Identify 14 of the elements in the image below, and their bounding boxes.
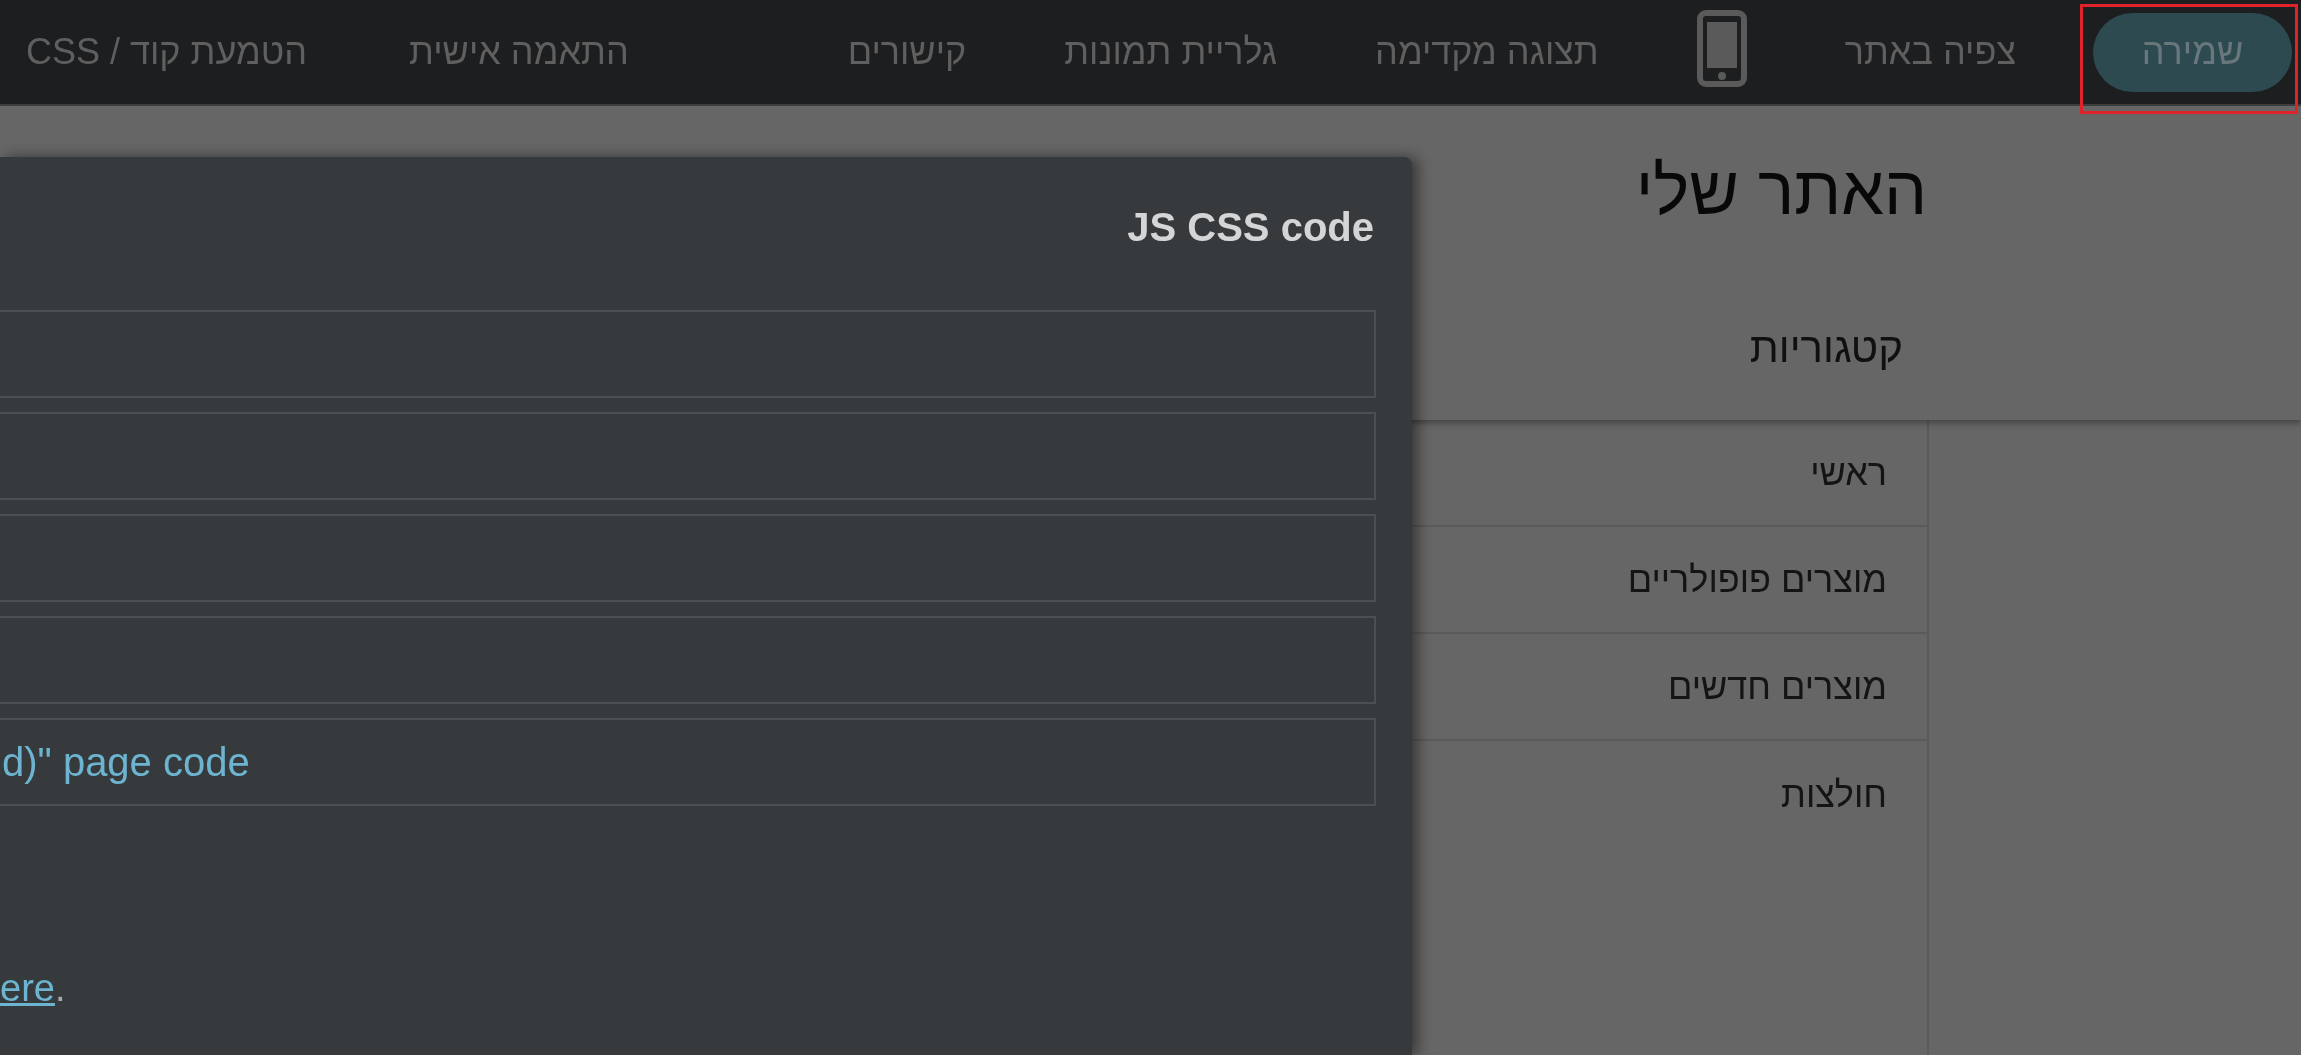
nav-link[interactable]: גלריית תמונות (1064, 30, 1278, 74)
save-button[interactable]: שמירה (2093, 12, 2292, 92)
nav-link[interactable]: צפיה באתר (1844, 30, 2016, 74)
nav-link[interactable]: תצוגה מקדימה (1375, 30, 1599, 74)
help-note: ere. (0, 966, 66, 1010)
code-option[interactable]: d)" page code (0, 718, 1376, 806)
site-title: האתר שלי (1635, 151, 1927, 230)
dialog-title: JS CSS code (1127, 205, 1374, 249)
nav-link[interactable]: הטמעת קוד / CSS (26, 30, 308, 74)
nav-link[interactable]: התאמה אישית (409, 30, 629, 74)
nav-link[interactable]: קישורים (847, 30, 967, 74)
section-heading: קטגוריות (1749, 323, 1903, 373)
help-link[interactable]: ere (0, 967, 55, 1009)
mobile-phone-icon[interactable] (1696, 9, 1747, 87)
